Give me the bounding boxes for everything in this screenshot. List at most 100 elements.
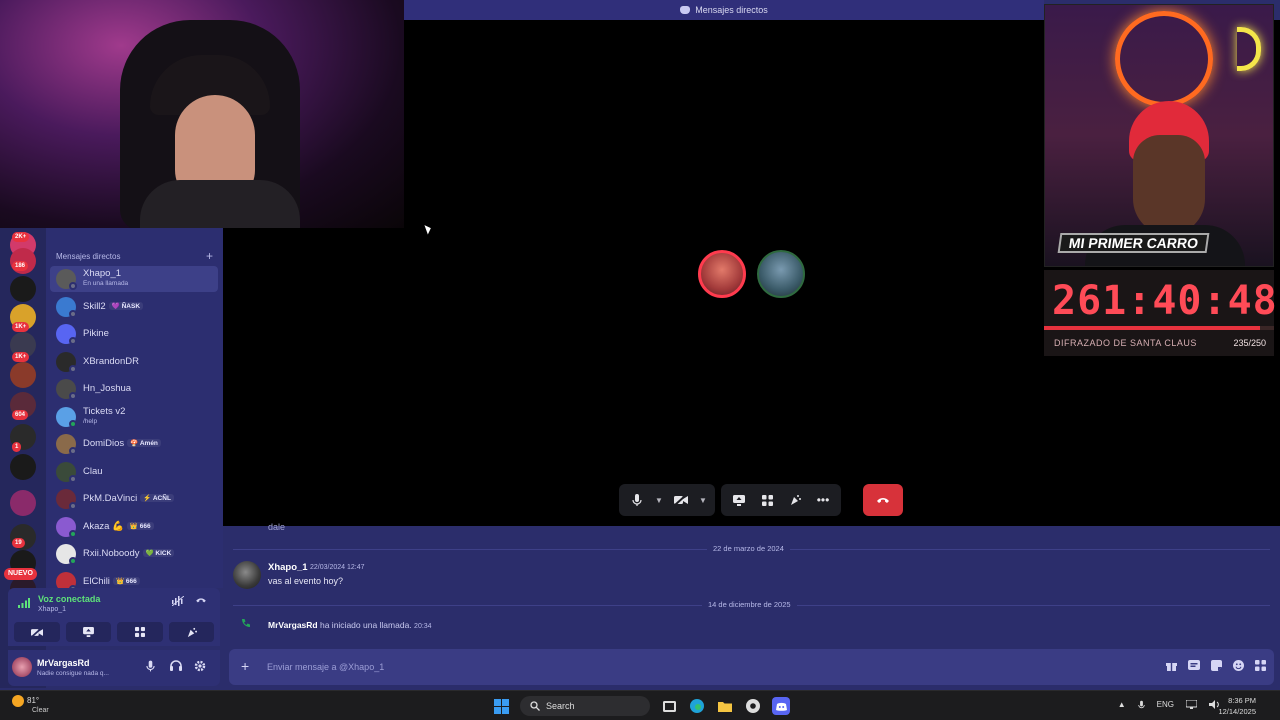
activities-icon[interactable] <box>755 488 779 512</box>
dm-item[interactable]: XBrandonDR <box>50 349 218 375</box>
call-participant-avatar-self[interactable] <box>698 250 746 298</box>
presence-dot <box>69 392 77 400</box>
disconnect-call-button[interactable] <box>863 484 903 516</box>
clan-tag: 👑 666 <box>112 576 140 585</box>
dm-item[interactable]: Pikine <box>50 321 218 347</box>
chevron-down-icon[interactable]: ▼ <box>697 488 709 512</box>
user-name[interactable]: MrVargasRd <box>37 658 90 668</box>
dm-name-text: Clau <box>83 465 103 477</box>
soundboard-button[interactable] <box>168 622 214 642</box>
microphone-icon[interactable] <box>625 488 649 512</box>
camera-off-button[interactable] <box>14 622 60 642</box>
weather-widget[interactable]: 81° Clear <box>12 695 49 714</box>
avatar[interactable] <box>12 657 32 677</box>
dm-item[interactable]: Rxii.Noboody 💚 KICK <box>50 541 218 567</box>
dm-header: Mensajes directos <box>56 252 121 261</box>
dm-item[interactable]: DomiDios 🍄 Amén <box>50 431 218 457</box>
avatar[interactable] <box>233 561 261 589</box>
screen-share-icon[interactable] <box>727 488 751 512</box>
clock-date: 12/14/2025 <box>1218 707 1256 716</box>
sticker-icon[interactable] <box>1211 660 1222 674</box>
add-attachment-icon[interactable]: + <box>241 658 249 674</box>
edge-browser-icon[interactable] <box>688 697 706 715</box>
presence-dot <box>69 364 77 373</box>
discord-taskbar-icon[interactable] <box>772 697 790 715</box>
noise-suppression-icon[interactable] <box>171 595 185 609</box>
dm-item[interactable]: Skill2 💜 ÑASK <box>50 294 218 320</box>
voice-channel[interactable]: Xhapo_1 <box>38 606 66 613</box>
taskbar-apps: Search <box>492 696 790 716</box>
message-author[interactable]: Xhapo_1 <box>268 562 308 573</box>
soundboard-icon[interactable] <box>783 488 807 512</box>
language-indicator[interactable]: ENG <box>1157 700 1174 712</box>
dm-item[interactable]: Clau <box>50 459 218 485</box>
signal-icon[interactable] <box>18 598 30 611</box>
presence-dot <box>69 557 77 565</box>
composer-placeholder[interactable]: Enviar mensaje a @Xhapo_1 <box>267 662 384 672</box>
dm-name-text: Akaza 💪 <box>83 520 124 532</box>
activities-button[interactable] <box>117 622 163 642</box>
server-badge: 2K+ <box>12 232 30 242</box>
server-icon[interactable] <box>10 276 36 302</box>
taskbar-clock[interactable]: 8:36 PM 12/14/2025 <box>1218 695 1256 717</box>
presence-dot <box>69 337 77 345</box>
goal-progress-bar <box>1044 326 1274 330</box>
dm-item[interactable]: Hn_Joshua <box>50 376 218 402</box>
share-group: ••• <box>721 484 841 516</box>
more-options-icon[interactable]: ••• <box>811 488 835 512</box>
dm-item[interactable]: Tickets v2/help <box>50 404 218 430</box>
clan-tag: 💚 KICK <box>142 549 175 557</box>
emoji-icon[interactable] <box>1233 660 1244 674</box>
dm-name: Rxii.Noboody 💚 KICK <box>83 548 175 559</box>
message-composer[interactable]: + Enviar mensaje a @Xhapo_1 <box>229 649 1274 685</box>
dm-name-text: DomiDios <box>83 438 125 449</box>
gear-icon[interactable] <box>194 660 206 675</box>
chevron-down-icon[interactable]: ▼ <box>653 488 665 512</box>
microphone-tray-icon[interactable] <box>1137 700 1145 712</box>
microphone-icon[interactable] <box>146 660 155 675</box>
dm-name-text: PkM.DaVinci <box>83 493 138 504</box>
user-status[interactable]: Nadie consigue nada q... <box>37 670 109 677</box>
presence-dot <box>69 309 77 318</box>
server-icon[interactable] <box>10 454 36 480</box>
call-participant-avatar-xhapo[interactable] <box>757 250 805 298</box>
window-title: Mensajes directos <box>695 5 768 15</box>
message-author[interactable]: MrVargasRd <box>268 620 318 630</box>
dm-item[interactable]: ElChili 👑 666 <box>50 569 218 588</box>
gift-icon[interactable] <box>1166 660 1177 674</box>
dm-item[interactable]: Xhapo_1 En una llamada <box>50 266 218 292</box>
headphones-icon[interactable] <box>170 660 182 674</box>
windows-start-icon[interactable] <box>492 697 510 715</box>
mic-camera-group: ▼ ▼ <box>619 484 715 516</box>
stream-banner: MI PRIMER CARRO <box>1057 233 1210 253</box>
presence-dot <box>69 447 77 455</box>
chevron-up-icon[interactable]: ▲ <box>1118 700 1126 712</box>
server-icon[interactable] <box>10 362 36 388</box>
plus-icon[interactable]: + <box>206 249 213 263</box>
clan-tag: ⚡ ACÑL <box>140 494 174 502</box>
weather-desc: Clear <box>32 707 49 714</box>
presence-dot <box>69 502 77 510</box>
dm-item[interactable]: Akaza 💪 👑 666 <box>50 514 218 540</box>
dm-name: XBrandonDR <box>83 356 139 367</box>
message-text: vas al evento hoy? <box>268 576 344 586</box>
server-badge: 1K+ <box>12 352 30 362</box>
network-icon[interactable] <box>1185 699 1198 712</box>
server-icon[interactable] <box>10 490 36 516</box>
webcam-body <box>140 180 300 228</box>
timer-readout: 261:40:48 <box>1052 278 1278 324</box>
camera-off-icon[interactable] <box>669 488 693 512</box>
voice-status[interactable]: Voz conectada <box>38 594 100 604</box>
phone-hangup-icon[interactable] <box>195 596 207 607</box>
screen-share-button[interactable] <box>65 622 111 642</box>
chrome-icon[interactable] <box>744 697 762 715</box>
weather-temp: 81° <box>27 696 40 706</box>
gif-icon[interactable] <box>1188 660 1200 674</box>
task-view-icon[interactable] <box>660 697 678 715</box>
apps-icon[interactable] <box>1255 660 1266 674</box>
dm-item[interactable]: PkM.DaVinci ⚡ ACÑL <box>50 486 218 512</box>
presence-dot <box>69 419 77 428</box>
file-explorer-icon[interactable] <box>716 697 734 715</box>
taskbar-search[interactable]: Search <box>520 696 650 716</box>
windows-taskbar: 81° Clear Search ▲ ENG 8:36 PM 12/14/202… <box>0 690 1280 720</box>
